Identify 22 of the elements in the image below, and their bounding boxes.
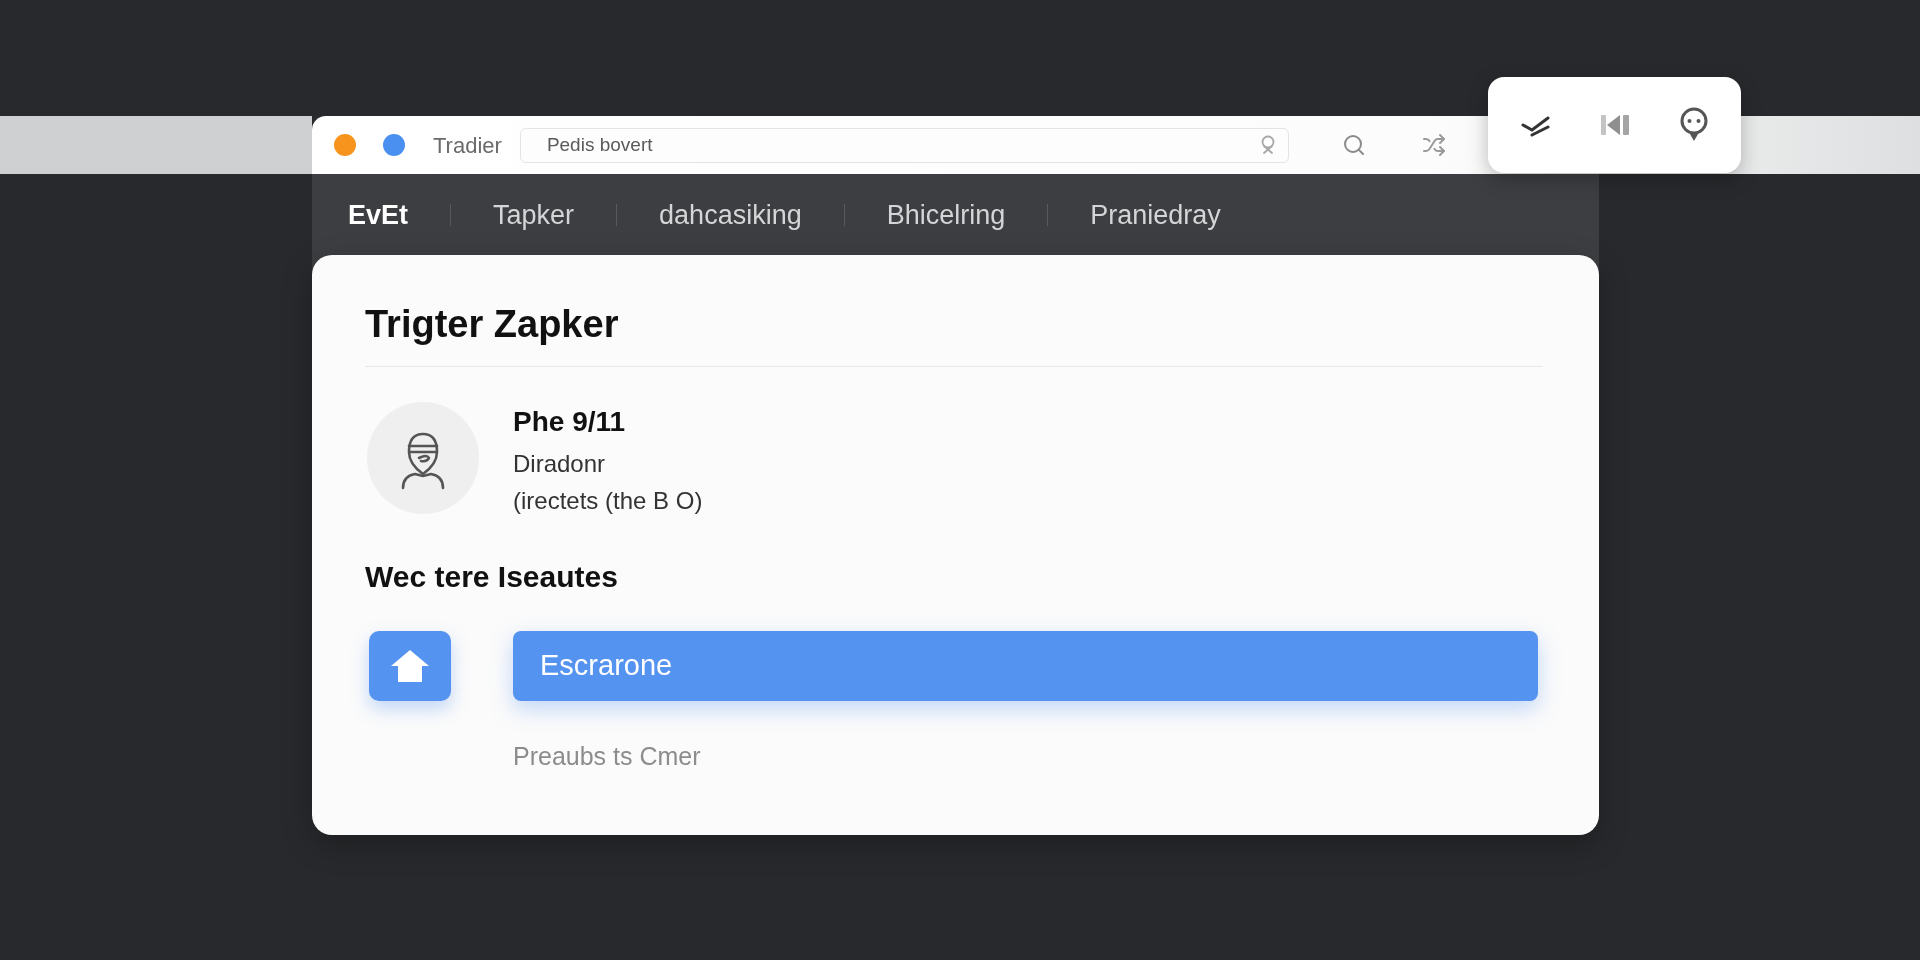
card-title: Trigter Zapker xyxy=(365,302,619,347)
nav-tab[interactable]: Praniedray xyxy=(1090,197,1221,232)
profile-name: Phe 9/11 xyxy=(513,406,626,438)
section-heading: Wec tere Iseautes xyxy=(365,559,618,595)
rewind-icon[interactable] xyxy=(1599,112,1632,138)
nav-tab[interactable]: EvEt xyxy=(348,197,409,232)
search-field[interactable]: Pedis bovert xyxy=(519,127,1289,163)
window-control-icon[interactable] xyxy=(334,134,356,156)
home-button[interactable] xyxy=(369,631,451,701)
search-icon[interactable] xyxy=(1341,133,1366,157)
house-icon xyxy=(390,649,430,683)
profile-role: Diradonr xyxy=(513,449,606,479)
smiley-pin-icon[interactable] xyxy=(1679,107,1709,143)
nav-tab[interactable]: Bhicelring xyxy=(886,197,1006,232)
hint-text: Preaubs ts Cmer xyxy=(513,741,701,771)
window-control-icon[interactable] xyxy=(383,134,405,156)
shuffle-icon[interactable] xyxy=(1421,133,1446,157)
nav-tab[interactable]: dahcasiking xyxy=(659,197,802,232)
nav-tab[interactable]: Tapker xyxy=(493,197,575,232)
avatar-icon xyxy=(367,402,479,514)
profile-note: (irectets (the B O) xyxy=(513,486,703,516)
window-title: Tradier xyxy=(433,131,502,160)
